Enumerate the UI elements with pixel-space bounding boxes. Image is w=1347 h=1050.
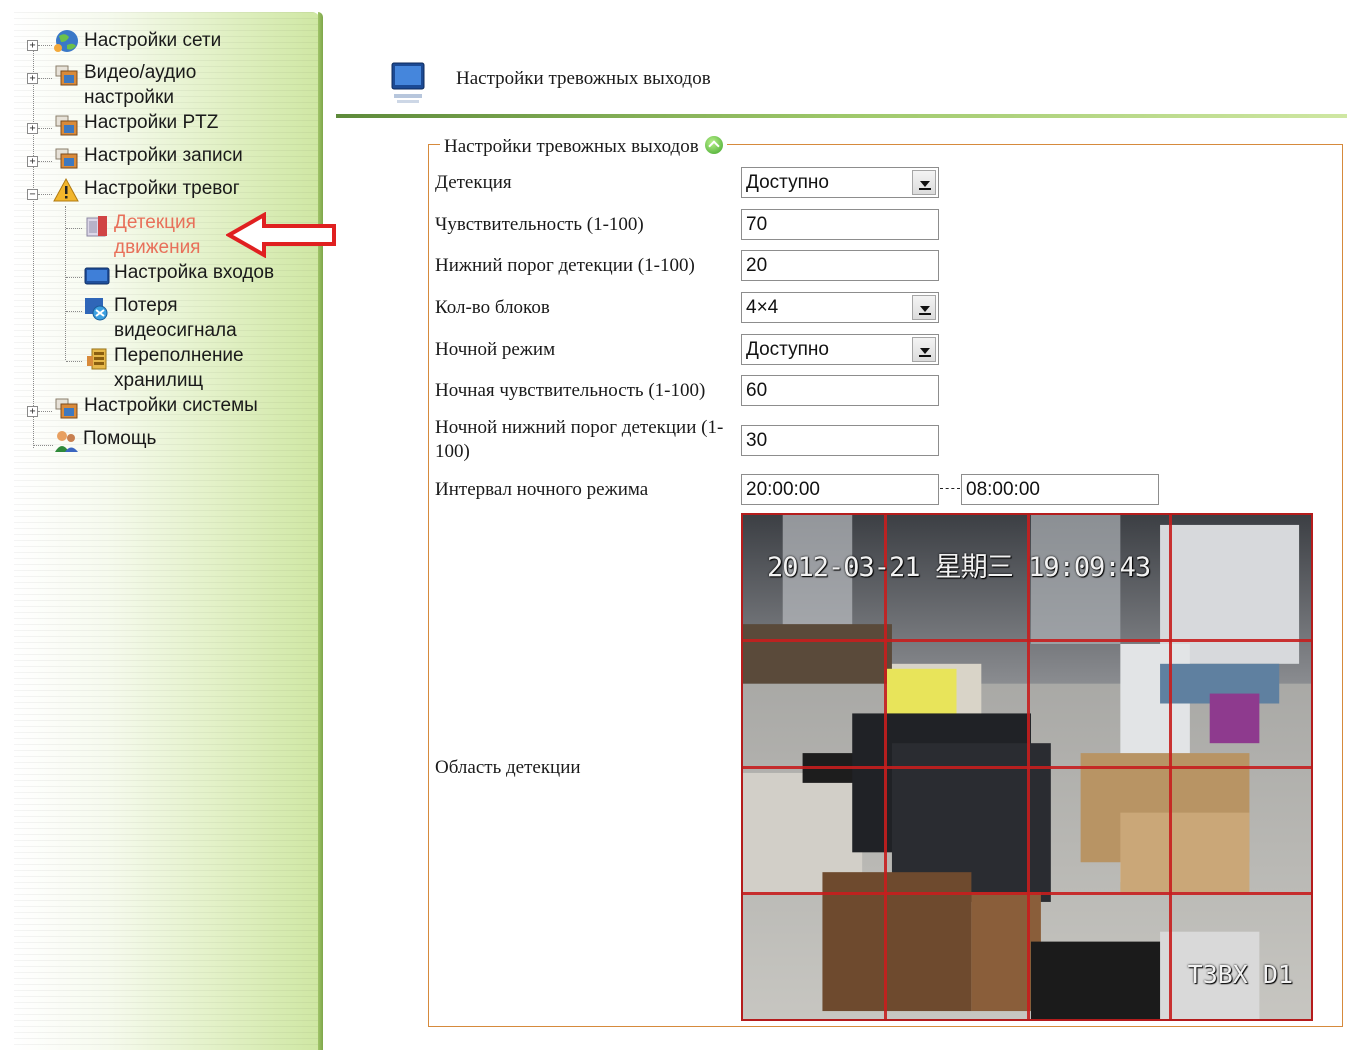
night-sensitivity-input[interactable]: 60: [741, 375, 939, 406]
night-sensitivity-label: Ночная чувствительность (1-100): [435, 380, 706, 401]
sensitivity-input[interactable]: 70: [741, 209, 939, 240]
blocks-select[interactable]: 4×4: [741, 292, 939, 323]
tree-line: [38, 128, 52, 129]
night-threshold-input[interactable]: 30: [741, 425, 939, 456]
tree-line: [66, 277, 82, 278]
sidebar-item-label: Настройка входов: [114, 262, 275, 283]
expand-plus-icon[interactable]: +: [27, 123, 38, 134]
grid-line: [743, 892, 1311, 895]
sidebar-item-label-line2: хранилищ: [114, 370, 204, 391]
osd-timestamp: 2012-03-21 星期三 19:09:43: [767, 552, 1151, 583]
dropdown-arrow-icon[interactable]: [912, 170, 936, 195]
fieldset-legend: Настройки тревожных выходов: [440, 135, 727, 159]
detection-select[interactable]: Доступно: [741, 167, 939, 198]
tree-line: [66, 361, 82, 362]
sidebar-edge: [318, 12, 323, 1050]
night-mode-label: Ночной режим: [435, 339, 556, 360]
tree-line: [33, 412, 34, 448]
tree-line: [33, 445, 53, 446]
warning-triangle-icon: [53, 177, 79, 202]
page-title: Настройки тревожных выходов: [456, 68, 711, 89]
night-threshold-label: Ночной нижний порог детекции (1-: [435, 417, 724, 438]
expand-plus-icon[interactable]: +: [27, 40, 38, 51]
collapse-minus-icon[interactable]: −: [27, 189, 38, 200]
sidebar-item-label: Настройки системы: [84, 395, 258, 416]
system-settings-icon: [55, 398, 78, 419]
threshold-input[interactable]: 20: [741, 250, 939, 281]
dropdown-arrow-icon[interactable]: [912, 295, 936, 320]
grid-line: [743, 639, 1311, 642]
sidebar-item-label: Настройки записи: [84, 145, 243, 166]
motion-detection-icon: [86, 216, 107, 237]
night-threshold-label-line2: 100): [435, 441, 470, 462]
blocks-label: Кол-во блоков: [435, 297, 550, 318]
collapse-up-icon[interactable]: [704, 136, 723, 154]
sidebar-item-label: Видео/аудио: [84, 62, 197, 83]
video-settings-icon: [55, 65, 78, 86]
osd-camera-name: T3BX D1: [1187, 960, 1293, 989]
sidebar-item-label: Настройки PTZ: [84, 112, 219, 133]
expand-plus-icon[interactable]: +: [27, 73, 38, 84]
video-loss-icon: [85, 298, 108, 321]
expand-plus-icon[interactable]: +: [27, 156, 38, 167]
sidebar-item-label: Настройки сети: [84, 30, 222, 51]
tree-line: [38, 194, 52, 195]
header-divider: [336, 114, 1347, 118]
tree-line: [38, 161, 52, 162]
legend-label: Настройки тревожных выходов: [444, 136, 699, 157]
globe-network-icon: [54, 30, 78, 52]
tree-line: [66, 311, 82, 312]
tree-line: [38, 45, 52, 46]
detection-label: Детекция: [435, 172, 512, 193]
tree-line: [66, 228, 82, 229]
interval-separator: [940, 488, 960, 489]
ptz-settings-icon: [55, 115, 78, 136]
sensitivity-label: Чувствительность (1-100): [435, 214, 644, 235]
threshold-label: Нижний порог детекции (1-100): [435, 255, 695, 276]
night-interval-end-input[interactable]: 08:00:00: [961, 474, 1159, 505]
night-interval-label: Интервал ночного режима: [435, 479, 649, 500]
annotation-arrow-icon: [226, 212, 336, 258]
night-interval-start-input[interactable]: 20:00:00: [741, 474, 939, 505]
grid-line: [743, 766, 1311, 769]
monitor-input-icon: [84, 267, 110, 285]
detection-area-canvas[interactable]: 2012-03-21 星期三 19:09:43 T3BX D1: [741, 513, 1313, 1021]
sidebar-item-label-line2: настройки: [84, 87, 174, 108]
sidebar-item-label: Настройки тревог: [84, 178, 240, 199]
sidebar-item-label: Детекция: [114, 212, 196, 233]
detection-select-value: Доступно: [746, 172, 829, 193]
tree-line: [38, 411, 52, 412]
sidebar-item-label: Помощь: [83, 428, 157, 449]
sidebar-item-label: Переполнение: [114, 345, 244, 366]
expand-plus-icon[interactable]: +: [27, 406, 38, 417]
night-mode-select[interactable]: Доступно: [741, 334, 939, 365]
tree-line: [33, 46, 34, 406]
night-mode-select-value: Доступно: [746, 339, 829, 360]
sidebar-item-label: Потеря: [114, 295, 178, 316]
help-people-icon: [55, 431, 78, 452]
record-settings-icon: [55, 148, 78, 169]
sidebar-item-label-line2: видеосигнала: [114, 320, 237, 341]
blocks-select-value: 4×4: [746, 297, 779, 318]
detection-area-label: Область детекции: [435, 757, 581, 778]
sidebar-item-label-line2: движения: [114, 237, 201, 258]
storage-full-icon: [87, 348, 107, 370]
dropdown-arrow-icon[interactable]: [912, 337, 936, 362]
tree-line: [38, 78, 52, 79]
monitor-icon: [391, 62, 425, 103]
tree-line: [65, 206, 66, 360]
